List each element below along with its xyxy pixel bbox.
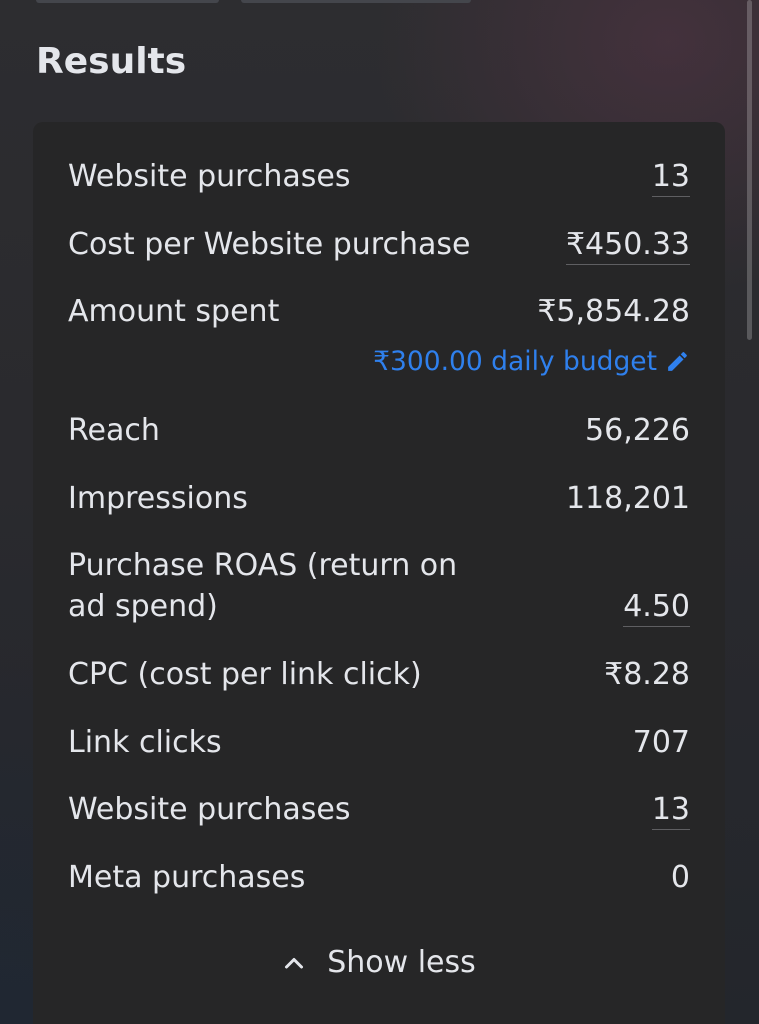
metric-row-purchase-roas: Purchase ROAS (return on ad spend) 4.50 (68, 532, 690, 641)
metric-value[interactable]: ₹450.33 (566, 224, 690, 265)
metric-row-cost-per-website-purchase: Cost per Website purchase ₹450.33 (68, 211, 690, 279)
daily-budget-link[interactable]: ₹300.00 daily budget (68, 344, 690, 380)
metric-row-main: Amount spent ₹5,854.28 (68, 291, 690, 332)
metric-value: 56,226 (585, 413, 690, 449)
show-less-button[interactable]: Show less (68, 935, 690, 991)
section-title: Results (36, 41, 187, 82)
metric-value: 118,201 (565, 480, 690, 516)
metric-label: Purchase ROAS (return on ad spend) (68, 548, 458, 625)
metric-label: Reach (68, 413, 160, 449)
pencil-icon[interactable] (665, 349, 690, 374)
metric-value[interactable]: 13 (652, 156, 690, 197)
metric-row-website-purchases: Website purchases 13 (68, 776, 690, 844)
metric-value[interactable]: 13 (652, 789, 690, 830)
metric-row-reach: Reach 56,226 (68, 397, 690, 465)
metric-row-cpc: CPC (cost per link click) ₹8.28 (68, 641, 690, 709)
metric-label: Amount spent (68, 294, 280, 330)
metric-row-impressions: Impressions 118,201 (68, 465, 690, 533)
results-screen: Results Website purchases 13 Cost per We… (0, 0, 759, 1024)
metric-label: Link clicks (68, 724, 222, 760)
metric-value: 707 (632, 724, 690, 760)
metric-label: Website purchases (68, 159, 351, 195)
show-less-label: Show less (327, 945, 476, 981)
scrollbar-thumb[interactable] (747, 0, 752, 340)
metric-label: Website purchases (68, 792, 351, 828)
metric-row-link-clicks: Link clicks 707 (68, 708, 690, 776)
metric-row-amount-spent: Amount spent ₹5,854.28 ₹300.00 daily bud… (68, 278, 690, 397)
results-card: Website purchases 13 Cost per Website pu… (33, 122, 725, 1024)
daily-budget-text[interactable]: ₹300.00 daily budget (373, 344, 657, 380)
metric-value: ₹5,854.28 (537, 294, 690, 330)
metric-label: Impressions (68, 480, 248, 516)
chevron-up-icon (282, 951, 306, 975)
metric-label: Cost per Website purchase (68, 226, 471, 262)
metric-label: Meta purchases (68, 859, 306, 895)
metric-row-website-purchases: Website purchases 13 (68, 143, 690, 211)
top-action-button[interactable] (36, 0, 219, 3)
metric-value: 0 (670, 859, 690, 895)
top-action-button[interactable] (241, 0, 471, 3)
metric-row-meta-purchases: Meta purchases 0 (68, 844, 690, 912)
metric-value[interactable]: 4.50 (623, 586, 690, 627)
metric-label: CPC (cost per link click) (68, 657, 422, 693)
metric-value: ₹8.28 (604, 657, 690, 693)
